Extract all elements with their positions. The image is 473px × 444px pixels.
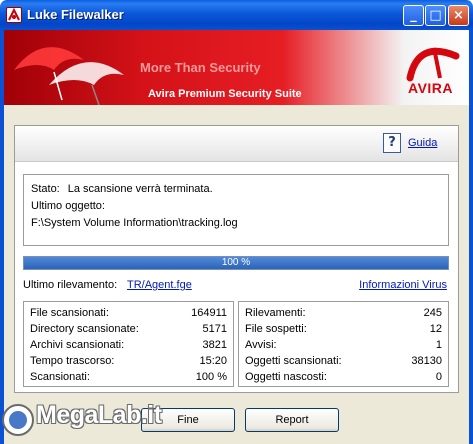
title-bar: Luke Filewalker _ □ × <box>0 0 473 30</box>
stat-label: Rilevamenti: <box>245 307 306 319</box>
scan-panel: ? Guida Stato: La scansione verrà termina… <box>14 125 459 393</box>
watermark-text: MegaLab.it <box>36 401 162 429</box>
stat-label: Avvisi: <box>245 339 277 351</box>
stat-label: Oggetti scansionati: <box>245 355 342 367</box>
avira-app-icon <box>6 7 22 23</box>
stat-value: 0 <box>435 371 442 383</box>
scan-body: ? Guida Stato: La scansione verrà termina… <box>4 105 469 444</box>
stat-label: Directory scansionate: <box>30 323 139 335</box>
stat-label: Tempo trascorso: <box>30 355 115 367</box>
report-button[interactable]: Report <box>245 408 339 432</box>
stat-value: 3821 <box>202 339 227 351</box>
stat-value: 164911 <box>191 307 227 319</box>
help-link[interactable]: Guida <box>408 137 437 149</box>
last-detection-row: Ultimo rilevamento: TR/Agent.fge Informa… <box>23 279 449 295</box>
virus-info-link[interactable]: Informazioni Virus <box>359 279 447 291</box>
scan-stats-left: File scansionati: 164911 Directory scansi… <box>23 301 234 387</box>
stat-row: Avvisi: 1 <box>245 339 442 355</box>
stat-row: Scansionati: 100 % <box>30 371 227 387</box>
scan-progress-bar: 100 % <box>23 256 449 270</box>
help-book-icon[interactable]: ? <box>383 133 401 153</box>
banner-product-name: Avira Premium Security Suite <box>148 88 302 100</box>
stat-value: 5171 <box>202 323 227 335</box>
stat-row: Directory scansionate: 5171 <box>30 323 227 339</box>
stat-row: Oggetti scansionati: 38130 <box>245 355 442 371</box>
product-banner: More Than Security Avira Premium Securit… <box>4 30 469 105</box>
stat-row: Archivi scansionati: 3821 <box>30 339 227 355</box>
maximize-button[interactable]: □ <box>425 5 446 26</box>
window-frame-right <box>469 30 473 444</box>
umbrellas-image <box>14 47 124 105</box>
stat-value: 15:20 <box>199 355 227 367</box>
stat-value: 245 <box>423 307 442 319</box>
last-detection-label: Ultimo rilevamento: <box>23 279 118 291</box>
stat-value: 38130 <box>411 355 442 367</box>
status-label: Stato: <box>31 183 60 195</box>
stat-row: Rilevamenti: 245 <box>245 307 442 323</box>
stat-label: Scansionati: <box>30 371 90 383</box>
stat-value: 12 <box>429 323 442 335</box>
close-button[interactable]: × <box>448 5 469 26</box>
status-value: La scansione verrà terminata. <box>67 183 213 195</box>
last-detection-link[interactable]: TR/Agent.fge <box>127 279 192 291</box>
minimize-button[interactable]: _ <box>403 5 424 26</box>
status-box: Stato: La scansione verrà terminata. Ulti… <box>23 174 449 246</box>
stat-row: File sospetti: 12 <box>245 323 442 339</box>
stat-label: Oggetti nascosti: <box>245 371 327 383</box>
stat-row: Tempo trascorso: 15:20 <box>30 355 227 371</box>
stat-row: Oggetti nascosti: 0 <box>245 371 442 387</box>
last-object-label: Ultimo oggetto: <box>31 200 105 212</box>
avira-logo-text: AVIRA <box>408 80 454 96</box>
scan-stats-right: Rilevamenti: 245 File sospetti: 12 Avvisi:… <box>238 301 449 387</box>
stat-row: File scansionati: 164911 <box>30 307 227 323</box>
window-title: Luke Filewalker <box>27 7 124 22</box>
banner-tagline: More Than Security <box>140 60 261 75</box>
last-object-path: F:\System Volume Information\tracking.lo… <box>31 217 238 229</box>
stat-label: File sospetti: <box>245 323 307 335</box>
panel-header: ? Guida <box>15 126 458 162</box>
status-line: Stato: La scansione verrà terminata. <box>31 183 213 195</box>
stat-value: 1 <box>435 339 442 351</box>
stat-value: 100 % <box>195 371 227 383</box>
stat-label: File scansionati: <box>30 307 109 319</box>
progress-label: 100 % <box>221 257 251 268</box>
stat-label: Archivi scansionati: <box>30 339 125 351</box>
